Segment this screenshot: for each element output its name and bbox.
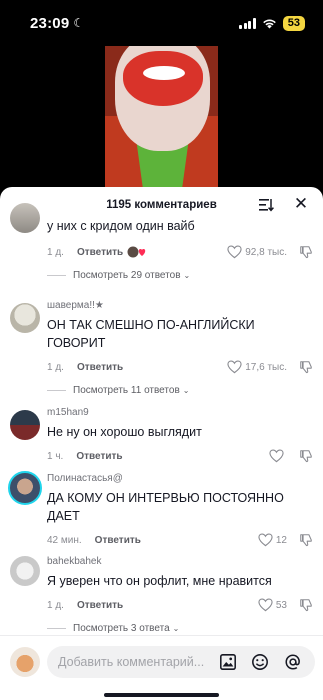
avatar[interactable] [10,303,40,333]
signal-icon [239,17,256,29]
reply-button[interactable]: Ответить [77,247,123,258]
like-count: 53 [275,599,287,611]
chevron-down-icon: ⌄ [183,270,191,280]
close-icon[interactable]: ✕ [293,195,309,212]
view-replies-label: Посмотреть 29 ответов [73,269,181,281]
heart-icon [258,533,273,547]
video-frame [105,46,218,200]
heart-icon [227,245,242,259]
avatar[interactable] [10,410,40,440]
heart-icon [258,598,273,612]
comment-age: 42 мин. [47,534,82,546]
dislike-icon[interactable] [299,360,313,374]
dislike-icon[interactable] [299,598,313,612]
reply-button[interactable]: Ответить [77,362,123,373]
status-indicators: 53 [239,15,305,31]
home-indicator [104,693,219,697]
like-button[interactable] [269,449,287,463]
status-time: 23:09 [30,14,70,32]
like-button[interactable]: 92,8 тыс. [227,245,287,259]
chevron-down-icon: ⌄ [172,623,180,633]
view-replies-button[interactable]: Посмотреть 11 ответов ⌄ [47,383,313,397]
comment-text: Я уверен что он рофлит, мне нравится [47,574,272,588]
comment-item: Полинастасья@ ДА КОМУ ОН ИНТЕРВЬЮ ПОСТОЯ… [0,471,323,547]
divider [47,627,66,629]
comment-meta: 42 мин. Ответить 12 [47,533,313,547]
view-replies-button[interactable]: Посмотреть 3 ответа ⌄ [47,621,313,635]
avatar[interactable] [8,471,42,505]
author-liked-avatar [127,246,149,258]
comments-count-title: 1195 комментариев [106,199,217,211]
avatar[interactable] [10,556,40,586]
comment-username[interactable]: bahekbahek [47,556,313,568]
comment-item: у них с кридом один вайб 1 д. Ответить 9… [0,203,323,282]
comment-input[interactable]: Добавить комментарий... [47,646,315,678]
comment-item: m15han9 Не ну он хорошо выглядит 1 ч. От… [0,407,323,463]
comment-username[interactable]: m15han9 [47,407,313,419]
comment-text: Не ну он хорошо выглядит [47,425,202,439]
comment-meta: 1 ч. Ответить [47,449,313,463]
reply-button[interactable]: Ответить [95,535,141,546]
dislike-icon[interactable] [299,533,313,547]
view-replies-label: Посмотреть 11 ответов [73,384,180,396]
divider [47,389,66,391]
comment-text: ОН ТАК СМЕШНО ПО-АНГЛИЙСКИ ГОВОРИТ [47,318,255,350]
comment-age: 1 ч. [47,450,64,462]
dislike-icon[interactable] [299,245,313,259]
comment-age: 1 д. [47,246,64,258]
comment-age: 1 д. [47,599,64,611]
like-button[interactable]: 53 [258,598,287,612]
comment-meta: 1 д. Ответить 92,8 тыс. [47,245,313,259]
comment-input-placeholder: Добавить комментарий... [58,655,205,669]
like-button[interactable]: 17,6 тыс. [227,360,287,374]
emoji-icon[interactable] [251,653,269,671]
image-icon[interactable] [219,653,237,671]
view-replies-button[interactable]: Посмотреть 29 ответов ⌄ [47,268,313,282]
view-replies-label: Посмотреть 3 ответа [73,622,170,634]
heart-icon [227,360,242,374]
comment-username[interactable]: шаверма!!★ [47,300,313,312]
comment-text: у них с кридом один вайб [47,219,195,233]
reply-button[interactable]: Ответить [76,451,122,462]
like-count: 92,8 тыс. [245,246,287,258]
comment-item: bahekbahek Я уверен что он рофлит, мне н… [0,556,323,635]
comment-text: ДА КОМУ ОН ИНТЕРВЬЮ ПОСТОЯННО ДАЕТ [47,491,284,523]
wifi-icon [262,19,276,28]
avatar[interactable] [10,203,40,233]
mention-icon[interactable] [284,653,302,671]
chevron-down-icon: ⌄ [182,385,190,395]
comment-username[interactable]: Полинастасья@ [47,473,313,485]
comment-meta: 1 д. Ответить 17,6 тыс. [47,360,313,374]
comments-sheet: 1195 комментариев ✕ у них с кридом один … [0,187,323,700]
comment-item: шаверма!!★ ОН ТАК СМЕШНО ПО-АНГЛИЙСКИ ГО… [0,300,323,397]
like-button[interactable]: 12 [258,533,287,547]
like-count: 17,6 тыс. [245,361,287,373]
comment-meta: 1 д. Ответить 53 [47,598,313,612]
heart-icon [269,449,284,463]
my-avatar[interactable] [10,647,40,677]
comment-composer: Добавить комментарий... [0,635,323,700]
like-count: 12 [275,534,287,546]
battery-indicator: 53 [282,15,305,31]
dislike-icon[interactable] [299,449,313,463]
divider [47,274,66,276]
moon-icon: ☾ [73,16,85,30]
status-bar: 23:09 ☾ 53 [0,0,323,46]
reply-button[interactable]: Ответить [77,600,123,611]
comment-age: 1 д. [47,361,64,373]
